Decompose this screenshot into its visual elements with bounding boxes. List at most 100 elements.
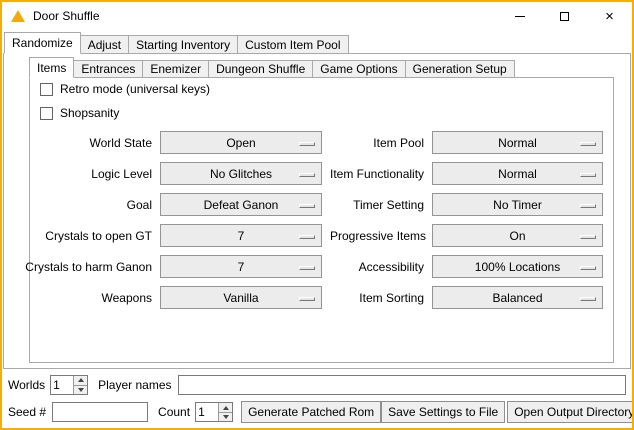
dropdown-indicator-icon bbox=[299, 204, 315, 208]
retro-mode-checkbox[interactable] bbox=[40, 83, 53, 96]
dropdown-indicator-icon bbox=[580, 266, 596, 270]
retro-mode-label: Retro mode (universal keys) bbox=[60, 82, 210, 96]
dropdown-indicator-icon bbox=[299, 235, 315, 239]
subtab-entrances[interactable]: Entrances bbox=[74, 60, 143, 78]
maximize-icon bbox=[560, 12, 569, 21]
crystals-ganon-value: 7 bbox=[238, 260, 245, 274]
generate-rom-button[interactable]: Generate Patched Rom bbox=[241, 401, 381, 423]
close-button[interactable]: × bbox=[587, 2, 632, 30]
spin-up-icon bbox=[78, 378, 84, 382]
player-names-label: Player names bbox=[98, 378, 171, 392]
worlds-input[interactable] bbox=[51, 376, 73, 394]
window-title: Door Shuffle bbox=[33, 9, 100, 23]
subtab-enemizer[interactable]: Enemizer bbox=[143, 60, 209, 78]
crystals-ganon-dropdown[interactable]: 7 bbox=[160, 255, 322, 278]
tab-label: Game Options bbox=[320, 62, 397, 76]
progressive-items-value: On bbox=[509, 229, 525, 243]
dropdown-indicator-icon bbox=[299, 173, 315, 177]
tab-label: Generation Setup bbox=[413, 62, 507, 76]
app-window: Door Shuffle × Randomize Adjust Starting… bbox=[0, 0, 634, 430]
logic-level-label: Logic Level bbox=[8, 167, 152, 181]
subtab-generation-setup[interactable]: Generation Setup bbox=[406, 60, 515, 78]
item-sorting-label: Item Sorting bbox=[330, 291, 424, 305]
open-output-button[interactable]: Open Output Directory bbox=[507, 401, 634, 423]
minimize-button[interactable] bbox=[497, 2, 542, 30]
worlds-label: Worlds bbox=[8, 378, 45, 392]
count-spin-down-button[interactable] bbox=[218, 412, 232, 421]
tab-label: Starting Inventory bbox=[136, 38, 230, 52]
item-sorting-dropdown[interactable]: Balanced bbox=[432, 286, 603, 309]
goal-dropdown[interactable]: Defeat Ganon bbox=[160, 193, 322, 216]
subtab-items[interactable]: Items bbox=[29, 57, 74, 78]
minimize-icon bbox=[515, 16, 525, 17]
world-state-label: World State bbox=[8, 136, 152, 150]
weapons-label: Weapons bbox=[8, 291, 152, 305]
tab-label: Randomize bbox=[12, 36, 73, 50]
weapons-dropdown[interactable]: Vanilla bbox=[160, 286, 322, 309]
count-label: Count bbox=[158, 405, 190, 419]
shopsanity-checkbox[interactable] bbox=[40, 107, 53, 120]
player-names-input[interactable] bbox=[178, 375, 627, 395]
tab-randomize[interactable]: Randomize bbox=[4, 32, 81, 54]
worlds-spin-buttons bbox=[73, 376, 87, 394]
tab-label: Entrances bbox=[81, 62, 135, 76]
progressive-items-label: Progressive Items bbox=[330, 229, 424, 243]
item-sorting-value: Balanced bbox=[492, 291, 542, 305]
item-pool-label: Item Pool bbox=[330, 136, 424, 150]
settings-form: World State Open Item Pool Normal Logic … bbox=[8, 131, 603, 309]
item-functionality-label: Item Functionality bbox=[330, 167, 424, 181]
dropdown-indicator-icon bbox=[580, 173, 596, 177]
subtab-game-options[interactable]: Game Options bbox=[313, 60, 405, 78]
crystals-ganon-label: Crystals to harm Ganon bbox=[8, 260, 152, 274]
worlds-spin-up-button[interactable] bbox=[73, 376, 87, 385]
tab-starting-inventory[interactable]: Starting Inventory bbox=[129, 35, 238, 54]
maximize-button[interactable] bbox=[542, 2, 587, 30]
close-icon: × bbox=[605, 9, 614, 24]
worlds-spin-down-button[interactable] bbox=[73, 385, 87, 394]
goal-label: Goal bbox=[8, 198, 152, 212]
crystals-gt-label: Crystals to open GT bbox=[8, 229, 152, 243]
item-pool-value: Normal bbox=[498, 136, 537, 150]
window-controls: × bbox=[497, 2, 632, 30]
progressive-items-dropdown[interactable]: On bbox=[432, 224, 603, 247]
accessibility-label: Accessibility bbox=[330, 260, 424, 274]
footer-row-2: Seed # Count Generate Patched Rom Save S… bbox=[8, 401, 626, 423]
tab-custom-item-pool[interactable]: Custom Item Pool bbox=[238, 35, 348, 54]
retro-mode-option: Retro mode (universal keys) bbox=[40, 82, 210, 96]
worlds-spinbox bbox=[50, 375, 88, 395]
seed-label: Seed # bbox=[8, 405, 46, 419]
seed-input[interactable] bbox=[52, 402, 148, 422]
accessibility-dropdown[interactable]: 100% Locations bbox=[432, 255, 603, 278]
count-input[interactable] bbox=[196, 403, 218, 421]
weapons-value: Vanilla bbox=[223, 291, 258, 305]
tab-label: Dungeon Shuffle bbox=[216, 62, 305, 76]
subtab-dungeon-shuffle[interactable]: Dungeon Shuffle bbox=[209, 60, 313, 78]
dropdown-indicator-icon bbox=[299, 142, 315, 146]
titlebar: Door Shuffle × bbox=[2, 2, 632, 30]
item-functionality-dropdown[interactable]: Normal bbox=[432, 162, 603, 185]
tab-label: Items bbox=[37, 61, 66, 75]
goal-value: Defeat Ganon bbox=[204, 198, 279, 212]
dropdown-indicator-icon bbox=[580, 235, 596, 239]
count-spin-up-button[interactable] bbox=[218, 403, 232, 412]
dropdown-indicator-icon bbox=[299, 297, 315, 301]
spin-up-icon bbox=[223, 406, 229, 410]
item-functionality-value: Normal bbox=[498, 167, 537, 181]
item-pool-dropdown[interactable]: Normal bbox=[432, 131, 603, 154]
tab-adjust[interactable]: Adjust bbox=[81, 35, 129, 54]
timer-setting-dropdown[interactable]: No Timer bbox=[432, 193, 603, 216]
save-settings-button[interactable]: Save Settings to File bbox=[381, 401, 505, 423]
count-spinbox bbox=[195, 402, 233, 422]
footer-row-1: Worlds Player names bbox=[8, 374, 626, 395]
crystals-gt-dropdown[interactable]: 7 bbox=[160, 224, 322, 247]
timer-setting-label: Timer Setting bbox=[330, 198, 424, 212]
world-state-dropdown[interactable]: Open bbox=[160, 131, 322, 154]
main-tab-bar: Randomize Adjust Starting Inventory Cust… bbox=[4, 32, 349, 54]
timer-setting-value: No Timer bbox=[493, 198, 542, 212]
tab-label: Enemizer bbox=[150, 62, 201, 76]
world-state-value: Open bbox=[226, 136, 255, 150]
accessibility-value: 100% Locations bbox=[475, 260, 560, 274]
tab-label: Adjust bbox=[88, 38, 121, 52]
spin-down-icon bbox=[223, 415, 229, 419]
logic-level-dropdown[interactable]: No Glitches bbox=[160, 162, 322, 185]
